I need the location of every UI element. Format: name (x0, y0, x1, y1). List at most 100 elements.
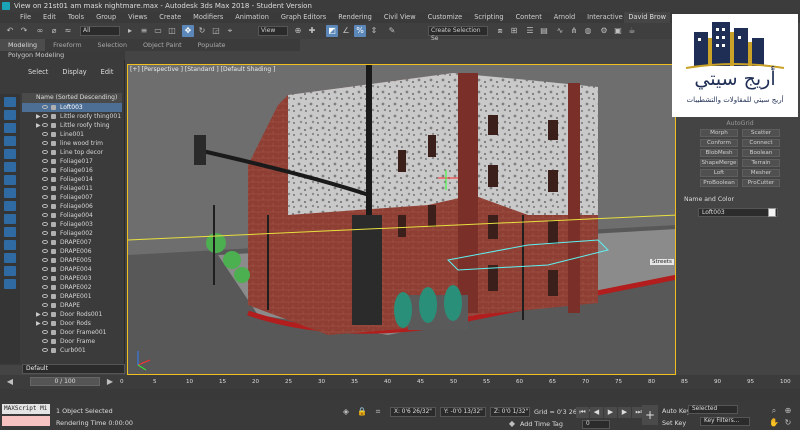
visibility-eye-icon[interactable] (42, 285, 48, 289)
expand-arrow-icon[interactable]: ▶ (36, 319, 41, 328)
menu-item-customize[interactable]: Customize (422, 12, 469, 23)
menu-item-animation[interactable]: Animation (229, 12, 275, 23)
explorer-tab-edit[interactable]: Edit (95, 66, 120, 78)
list-item[interactable]: Foliage014 (22, 175, 122, 184)
display-hidden-icon[interactable] (4, 240, 16, 250)
selection-filter-dropdown[interactable]: All (80, 26, 120, 36)
list-item[interactable]: Foliage011 (22, 184, 122, 193)
placement-icon[interactable]: ⌖ (224, 25, 236, 37)
key-mode-dropdown[interactable]: Selected (688, 405, 738, 414)
current-layer-dropdown[interactable]: Default (22, 364, 125, 374)
visibility-eye-icon[interactable] (42, 141, 48, 145)
list-item[interactable]: ▶ Little roofy thing (22, 121, 122, 130)
list-item[interactable]: Foliage016 (22, 166, 122, 175)
set-key-button[interactable]: Set Key (662, 419, 686, 427)
list-item[interactable]: ▶ Little roofy thing001 (22, 112, 122, 121)
ribbon-tab-populate[interactable]: Populate (190, 39, 234, 51)
select-by-name-icon[interactable]: ≡ (138, 25, 150, 37)
y-coordinate-field[interactable]: Y: -0'0 13/32" (440, 407, 486, 417)
list-item[interactable]: Foliage007 (22, 193, 122, 202)
list-item[interactable]: DRAPE003 (22, 274, 122, 283)
scale-icon[interactable]: ◲ (210, 25, 222, 37)
visibility-eye-icon[interactable] (42, 249, 48, 253)
rendered-frame-icon[interactable]: ▣ (612, 25, 624, 37)
list-item[interactable]: DRAPE006 (22, 247, 122, 256)
visibility-eye-icon[interactable] (42, 231, 48, 235)
ribbon-tab-freeform[interactable]: Freeform (45, 39, 89, 51)
ribbon-toggle-icon[interactable]: ▤ (538, 25, 550, 37)
visibility-eye-icon[interactable] (42, 222, 48, 226)
menu-item-edit[interactable]: Edit (37, 12, 62, 23)
play-icon[interactable]: ▶ (604, 407, 617, 418)
auto-key-button[interactable]: Auto Key (662, 407, 690, 415)
pan-icon[interactable]: ✋ (768, 417, 780, 429)
list-item[interactable]: Line top decor (22, 148, 122, 157)
pivot-icon[interactable]: ⊕ (292, 25, 304, 37)
command-button-connect[interactable]: Connect (742, 139, 780, 147)
menu-item-scripting[interactable]: Scripting (468, 12, 509, 23)
select-object-icon[interactable]: ▸ (124, 25, 136, 37)
list-item[interactable]: DRAPE007 (22, 238, 122, 247)
visibility-eye-icon[interactable] (42, 213, 48, 217)
explorer-tab-display[interactable]: Display (56, 66, 92, 78)
object-color-swatch[interactable] (768, 208, 776, 217)
menu-item-content[interactable]: Content (510, 12, 548, 23)
expand-arrow-icon[interactable]: ▶ (36, 112, 41, 121)
mirror-icon[interactable]: ⧈ (494, 25, 506, 37)
menu-item-create[interactable]: Create (153, 12, 187, 23)
snap-toggle-icon[interactable]: ◩ (326, 25, 338, 37)
visibility-eye-icon[interactable] (42, 177, 48, 181)
select-manipulate-icon[interactable]: ✚ (306, 25, 318, 37)
bind-space-warp-icon[interactable]: ≈ (62, 25, 74, 37)
expand-arrow-icon[interactable]: ▶ (36, 121, 41, 130)
list-item[interactable]: Curb001 (22, 346, 122, 355)
ribbon-tab-selection[interactable]: Selection (90, 39, 135, 51)
display-none-icon[interactable] (4, 266, 16, 276)
visibility-eye-icon[interactable] (42, 294, 48, 298)
menu-item-file[interactable]: File (14, 12, 37, 23)
display-xrefs-icon[interactable] (4, 188, 16, 198)
add-time-tag-button[interactable]: Add Time Tag (520, 420, 563, 428)
menu-item-views[interactable]: Views (122, 12, 153, 23)
angle-snap-icon[interactable]: ∠ (340, 25, 352, 37)
display-shapes-icon[interactable] (4, 110, 16, 120)
selection-lock-icon[interactable]: 🔒 (356, 406, 368, 418)
list-item[interactable]: DRAPE001 (22, 292, 122, 301)
edit-named-selection-icon[interactable]: ✎ (386, 25, 398, 37)
x-coordinate-field[interactable]: X: 0'6 26/32" (390, 407, 436, 417)
visibility-eye-icon[interactable] (42, 195, 48, 199)
visibility-eye-icon[interactable] (42, 321, 48, 325)
visibility-eye-icon[interactable] (42, 348, 48, 352)
named-selection-set-dropdown[interactable]: Create Selection Se (428, 26, 488, 42)
list-item[interactable]: DRAPE002 (22, 283, 122, 292)
command-button-boolean[interactable]: Boolean (742, 149, 780, 157)
menu-item-tools[interactable]: Tools (62, 12, 90, 23)
visibility-eye-icon[interactable] (42, 204, 48, 208)
command-button-blobmesh[interactable]: BlobMesh (700, 149, 738, 157)
maxscript-listener[interactable]: MAXScript Mi (2, 404, 50, 414)
list-item[interactable]: DRAPE005 (22, 256, 122, 265)
maxscript-output[interactable] (2, 416, 50, 426)
menu-item-interactive[interactable]: Interactive (581, 12, 629, 23)
display-groups-icon[interactable] (4, 175, 16, 185)
explorer-tab-select[interactable]: Select (22, 66, 54, 78)
spinner-snap-icon[interactable]: ⇕ (368, 25, 380, 37)
expand-arrow-icon[interactable]: ▶ (36, 310, 41, 319)
orbit-icon[interactable]: ↻ (782, 417, 794, 429)
display-space-warps-icon[interactable] (4, 162, 16, 172)
material-editor-icon[interactable]: ◍ (582, 25, 594, 37)
command-button-shapemerge[interactable]: ShapeMerge (700, 159, 738, 167)
display-lights-icon[interactable] (4, 123, 16, 133)
time-slider[interactable]: 0 / 100 (30, 377, 100, 386)
zoom-icon[interactable]: ⌕ (768, 405, 780, 417)
display-invert-icon[interactable] (4, 279, 16, 289)
schematic-view-icon[interactable]: ⋔ (568, 25, 580, 37)
menu-item-arnold[interactable]: Arnold (548, 12, 581, 23)
list-item[interactable]: Loft003 (22, 103, 122, 112)
reference-coordinate-dropdown[interactable]: View (258, 26, 288, 36)
user-account[interactable]: David Brow (624, 12, 670, 23)
ribbon-tab-modeling[interactable]: Modeling (0, 39, 46, 51)
menu-item-graph-editors[interactable]: Graph Editors (275, 12, 332, 23)
list-item[interactable]: DRAPE (22, 301, 122, 310)
command-button-loft[interactable]: Loft (700, 169, 738, 177)
